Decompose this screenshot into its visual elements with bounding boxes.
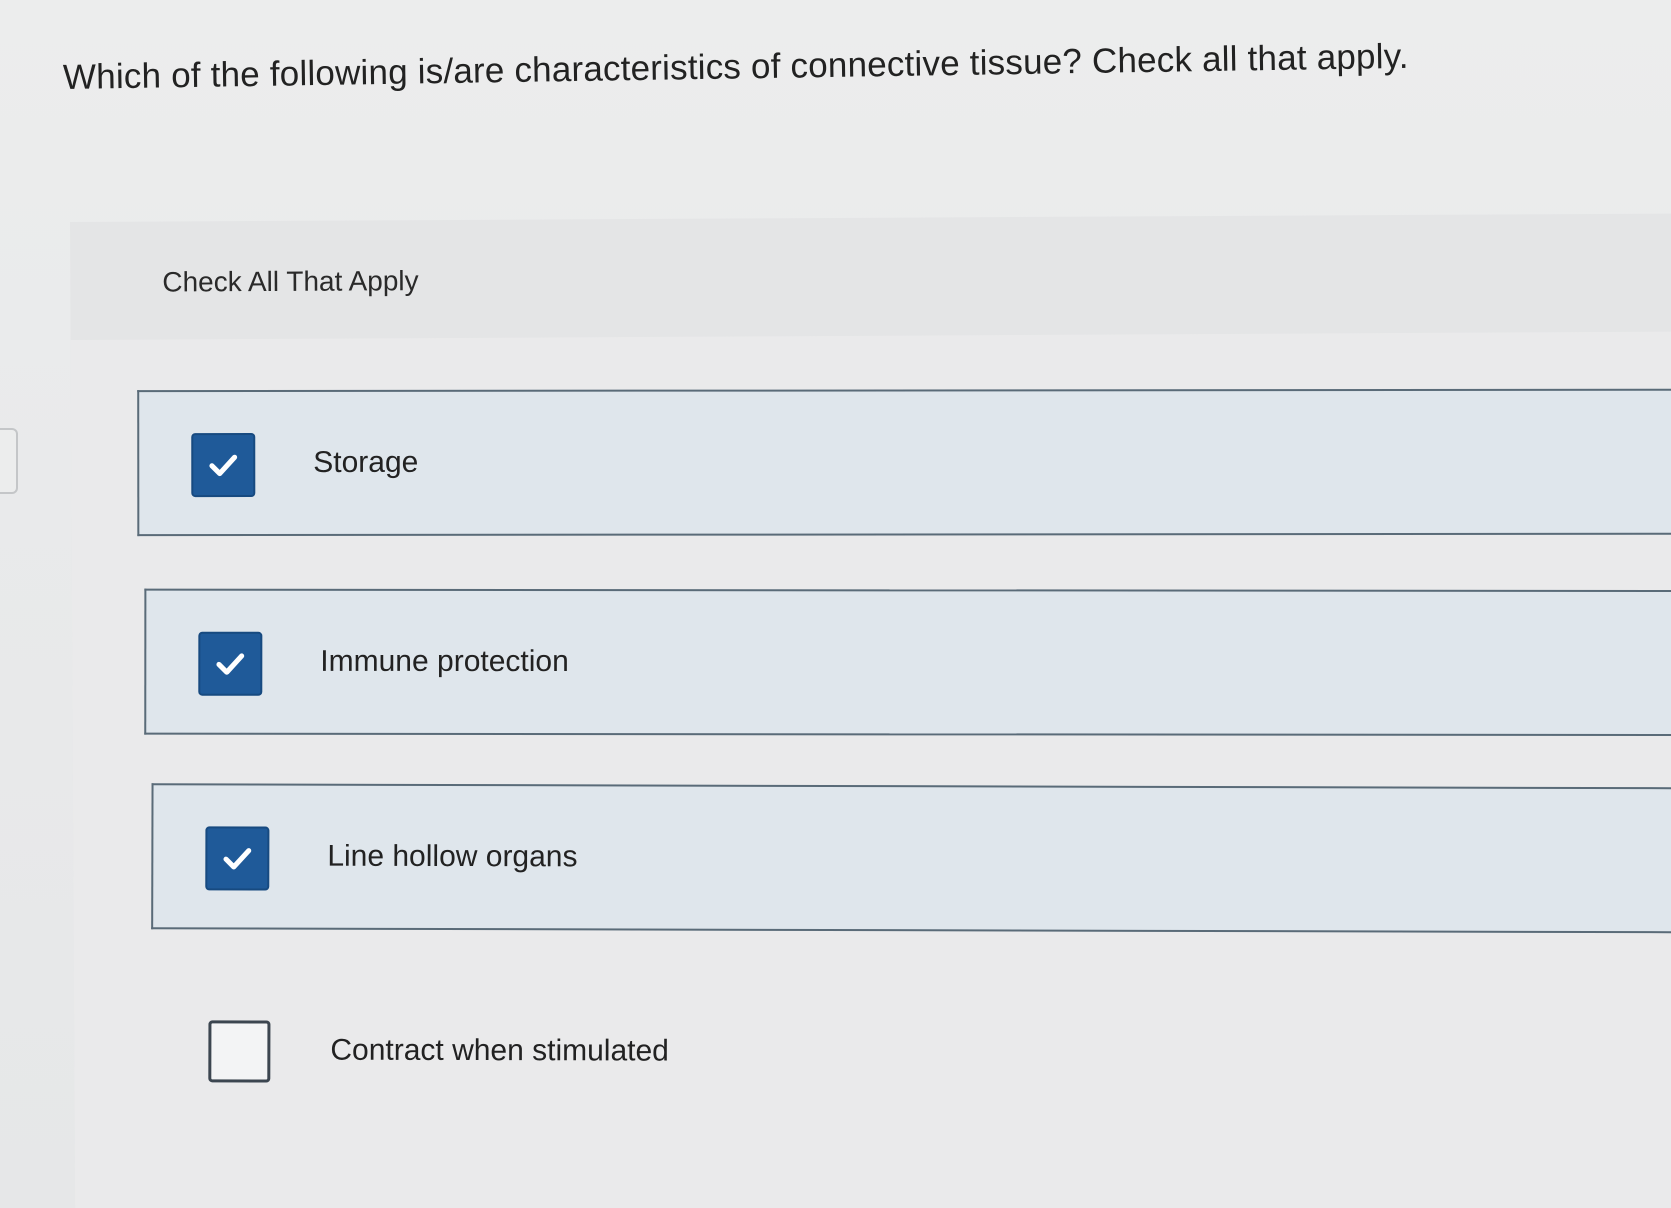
checkbox-immune-protection[interactable] xyxy=(198,631,263,696)
left-edge-tab xyxy=(0,428,18,494)
page: Which of the following is/are characteri… xyxy=(0,0,1671,1208)
options-list: Storage Immune protection Line hollow or… xyxy=(70,331,1671,1208)
option-label: Immune protection xyxy=(320,644,569,679)
checkmark-icon xyxy=(216,653,245,675)
answer-panel: Check All That Apply Storage Immune prot… xyxy=(70,213,1671,1208)
option-storage[interactable]: Storage xyxy=(137,388,1671,537)
option-contract-when-stimulated[interactable]: Contract when stimulated xyxy=(156,979,1671,1129)
instruction-label: Check All That Apply xyxy=(162,265,419,298)
option-label: Line hollow organs xyxy=(327,839,578,874)
option-label: Contract when stimulated xyxy=(330,1033,669,1068)
checkbox-storage[interactable] xyxy=(191,433,256,498)
option-line-hollow-organs[interactable]: Line hollow organs xyxy=(151,783,1671,934)
question-prompt: Which of the following is/are characteri… xyxy=(62,36,1409,97)
checkbox-line-hollow-organs[interactable] xyxy=(205,826,270,891)
option-immune-protection[interactable]: Immune protection xyxy=(144,588,1671,737)
checkbox-contract-when-stimulated[interactable] xyxy=(208,1020,271,1083)
option-label: Storage xyxy=(313,445,419,479)
checkmark-icon xyxy=(209,454,238,477)
checkmark-icon xyxy=(223,848,252,870)
